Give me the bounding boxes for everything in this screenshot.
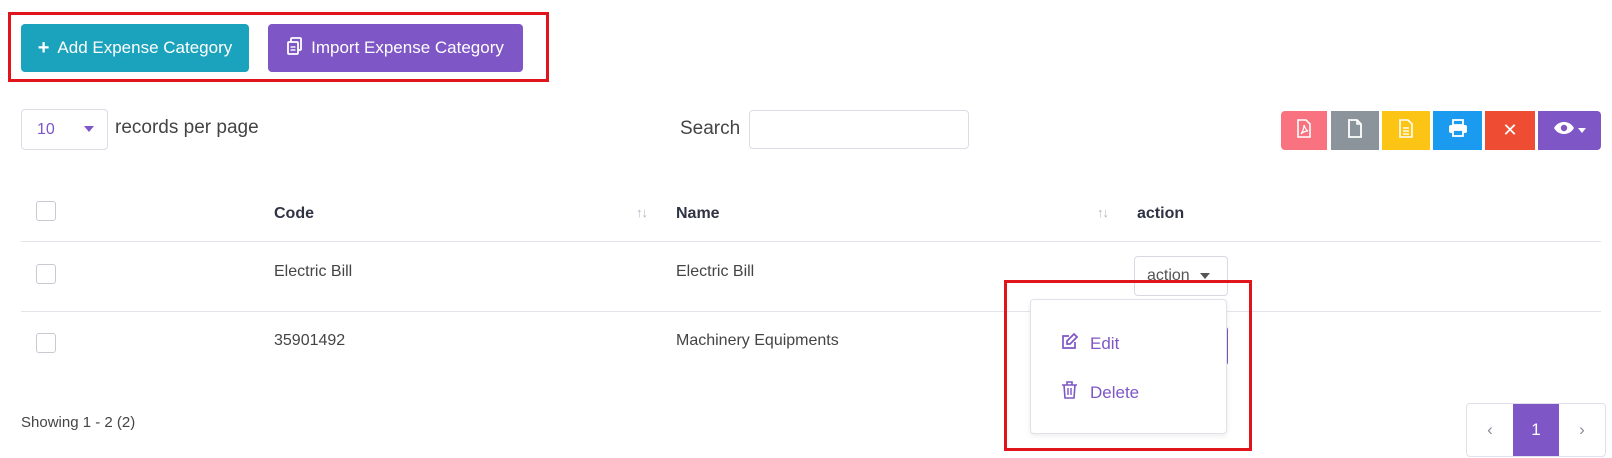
column-visibility-button[interactable] — [1538, 111, 1601, 150]
sort-icon[interactable]: ↑↓ — [1097, 205, 1109, 220]
print-button[interactable] — [1433, 111, 1482, 150]
page-button-1[interactable]: 1 — [1513, 404, 1559, 456]
cell-code: Electric Bill — [274, 263, 353, 280]
caret-down-icon — [84, 126, 94, 132]
csv-file-icon — [1347, 118, 1363, 143]
print-icon — [1448, 119, 1468, 142]
table-divider — [21, 241, 1601, 242]
export-pdf-button[interactable] — [1281, 111, 1327, 150]
showing-records-text: Showing 1 - 2 (2) — [21, 414, 136, 431]
select-all-checkbox[interactable] — [36, 201, 56, 221]
excel-file-icon — [1398, 118, 1414, 143]
export-excel-button[interactable] — [1382, 111, 1430, 150]
export-csv-button[interactable] — [1331, 111, 1379, 150]
search-label: Search — [680, 118, 741, 139]
sort-icon[interactable]: ↑↓ — [636, 205, 648, 220]
caret-down-icon — [1578, 128, 1586, 133]
pdf-icon — [1296, 118, 1312, 143]
row-checkbox[interactable] — [36, 333, 56, 353]
cell-code: 35901492 — [274, 332, 346, 349]
cell-name: Machinery Equipments — [676, 332, 839, 349]
eye-icon — [1553, 121, 1575, 140]
clear-filter-button[interactable]: ✕ — [1485, 111, 1535, 150]
row-checkbox[interactable] — [36, 264, 56, 284]
records-per-page-label: records per page — [115, 117, 259, 138]
caret-down-icon — [1199, 273, 1210, 279]
column-header-code[interactable]: Code — [274, 205, 314, 223]
highlight-box-dropdown — [1004, 280, 1252, 451]
cell-name: Electric Bill — [676, 263, 755, 280]
prev-page-button[interactable]: ‹ — [1467, 404, 1513, 456]
column-header-action: action — [1137, 205, 1185, 222]
records-per-page-value: 10 — [37, 120, 55, 138]
search-input[interactable] — [749, 110, 969, 149]
highlight-box-top-buttons — [8, 12, 549, 82]
pagination: ‹ 1 › — [1466, 403, 1606, 457]
records-per-page-select[interactable]: 10 — [21, 109, 108, 150]
close-icon: ✕ — [1502, 120, 1518, 140]
table-divider — [21, 311, 1601, 312]
next-page-button[interactable]: › — [1559, 404, 1605, 456]
column-header-name[interactable]: Name — [676, 205, 720, 223]
